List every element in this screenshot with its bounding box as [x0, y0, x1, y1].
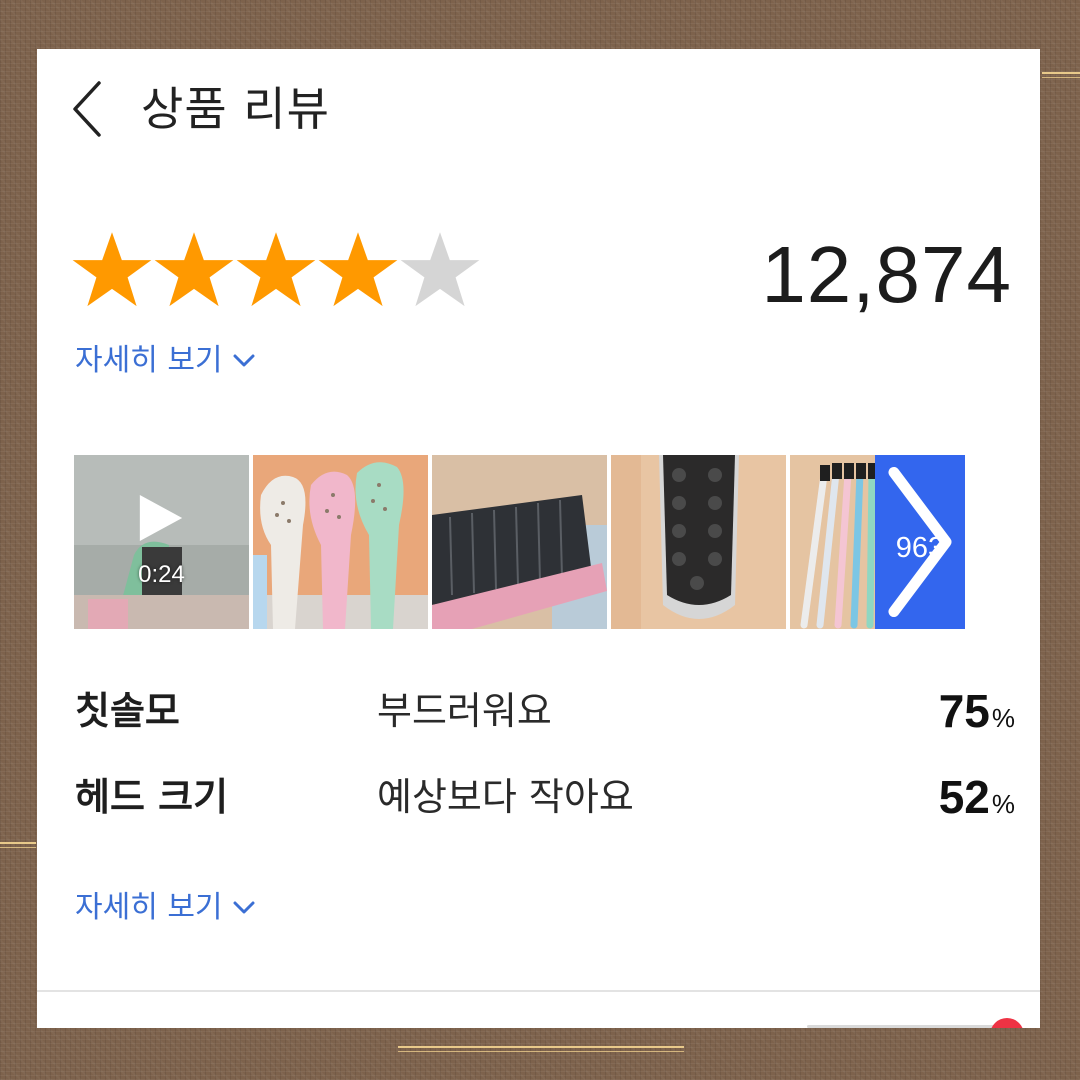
- attribute-label: 헤드 크기: [75, 775, 229, 819]
- attribute-label: 칫솔모: [75, 689, 180, 733]
- details-link-bottom[interactable]: 자세히 보기: [75, 888, 255, 928]
- photo-thumbnail[interactable]: [611, 455, 786, 629]
- section-divider: [37, 990, 1040, 992]
- play-icon: [139, 495, 183, 541]
- review-card: 상품 리뷰 12,874 자세히 보기 0:24 963 칫솔모 부드러워요 7…: [37, 49, 1040, 1028]
- attribute-row-head-size: 헤드 크기 예상보다 작아요 52%: [75, 767, 1015, 827]
- attribute-percent: 52%: [939, 767, 1015, 838]
- chevron-left-icon: [73, 81, 101, 137]
- decorative-line: [1042, 72, 1080, 78]
- star-filled-icon: [318, 232, 398, 307]
- chevron-right-icon: [888, 466, 952, 618]
- attribute-percent: 75%: [939, 681, 1015, 752]
- star-rating: [71, 229, 481, 313]
- video-thumbnail[interactable]: 0:24: [74, 455, 249, 629]
- star-empty-icon: [400, 232, 480, 307]
- attribute-value: 예상보다 작아요: [377, 775, 634, 819]
- next-section-bar: [807, 1025, 997, 1028]
- review-count: 12,874: [761, 230, 1012, 319]
- percent-sign: %: [991, 703, 1015, 733]
- percent-number: 52: [938, 771, 990, 823]
- photo-gallery: 0:24 963: [74, 455, 1014, 629]
- star-filled-icon: [236, 232, 316, 307]
- photo-thumbnail[interactable]: [253, 455, 428, 629]
- chevron-down-icon: [233, 901, 255, 914]
- details-link-label: 자세히 보기: [75, 890, 223, 925]
- back-button[interactable]: [67, 79, 111, 139]
- pastel-toothbrushes-image: [253, 455, 428, 629]
- bristles-closeup-image: [432, 455, 607, 629]
- more-photos-button[interactable]: 963: [875, 455, 965, 629]
- details-link-label: 자세히 보기: [75, 343, 223, 378]
- photo-thumbnail[interactable]: [432, 455, 607, 629]
- details-link-top[interactable]: 자세히 보기: [75, 341, 255, 381]
- photo-thumbnail[interactable]: 963: [790, 455, 965, 629]
- bristle-head-image: [611, 455, 786, 629]
- decorative-line: [0, 842, 36, 848]
- header: 상품 리뷰: [37, 49, 1040, 169]
- page-title: 상품 리뷰: [141, 82, 330, 136]
- percent-sign: %: [991, 789, 1015, 819]
- chevron-down-icon: [233, 354, 255, 367]
- percent-number: 75: [938, 685, 990, 737]
- notification-dot: [990, 1018, 1024, 1028]
- star-filled-icon: [154, 232, 234, 307]
- video-duration: 0:24: [138, 561, 185, 588]
- star-filled-icon: [72, 232, 152, 307]
- decorative-line: [398, 1046, 684, 1052]
- attribute-value: 부드러워요: [377, 689, 552, 733]
- attribute-row-bristle: 칫솔모 부드러워요 75%: [75, 681, 1015, 741]
